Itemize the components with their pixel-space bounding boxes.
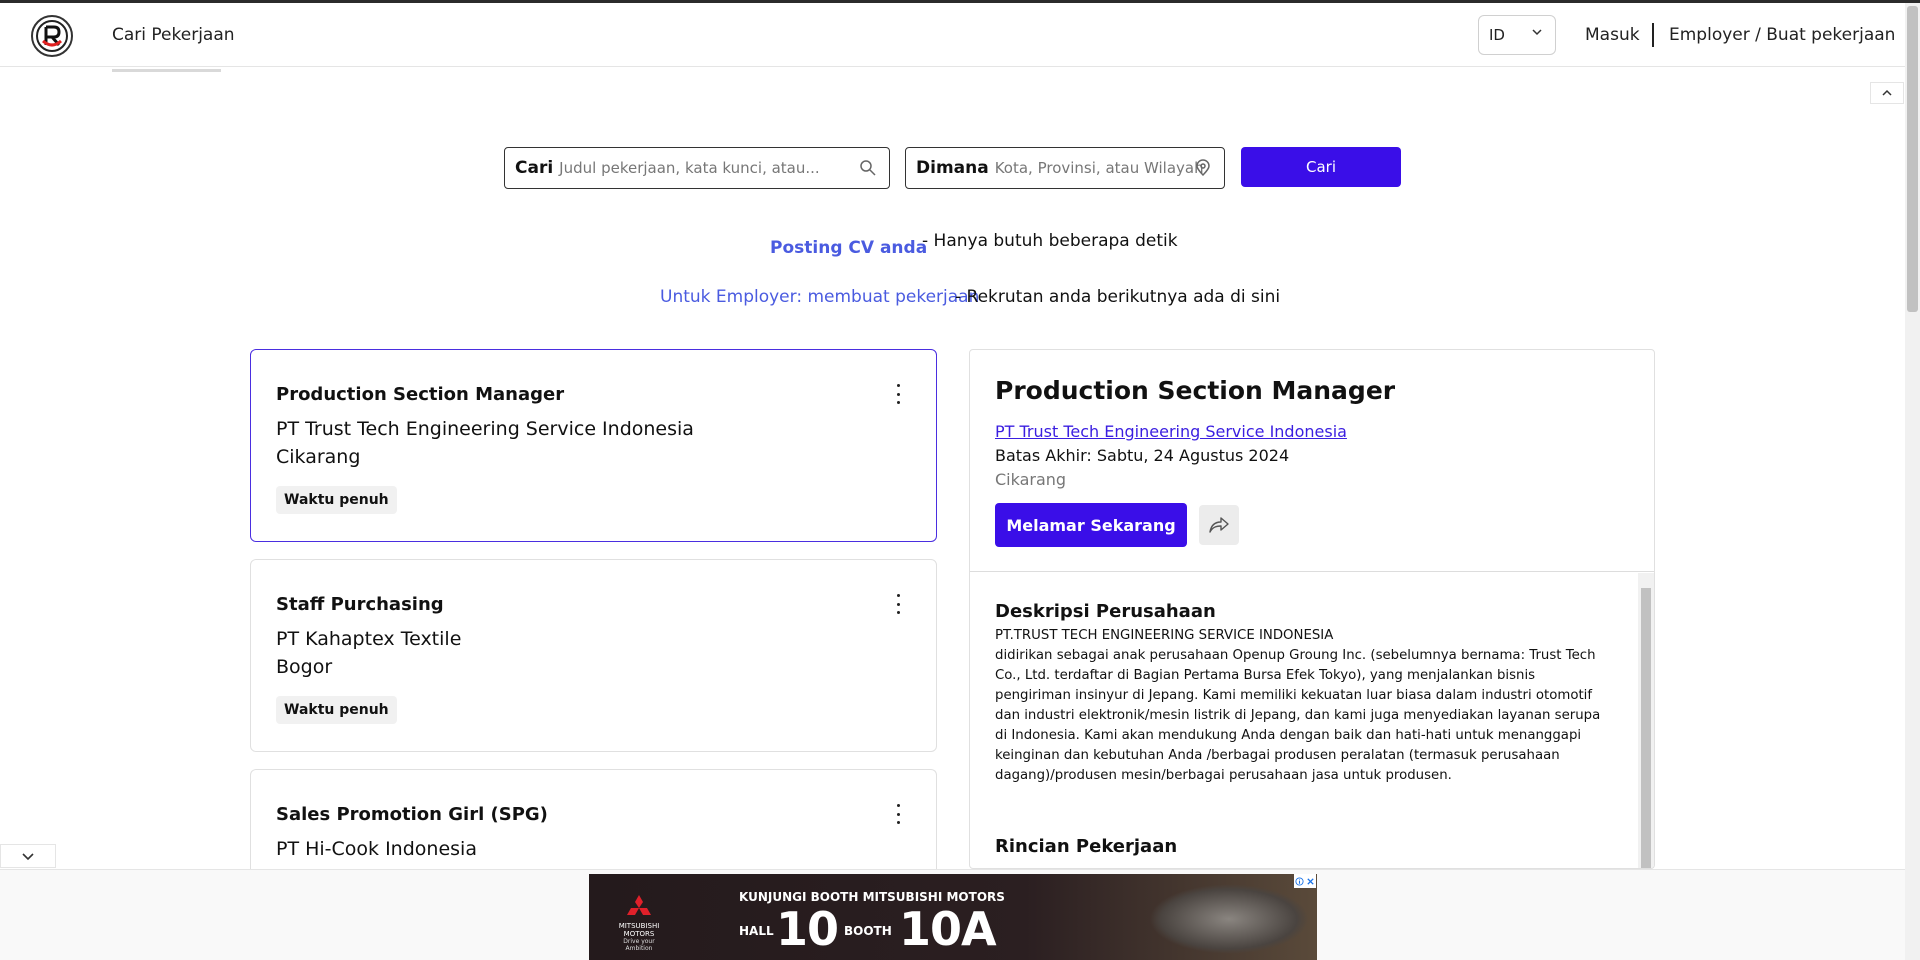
job-location: Bogor xyxy=(276,656,333,678)
job-details-heading: Rincian Pekerjaan xyxy=(995,836,1178,857)
nav-find-jobs[interactable]: Cari Pekerjaan xyxy=(112,25,235,45)
job-title[interactable]: Staff Purchasing xyxy=(276,594,444,615)
job-company: PT Hi-Cook Indonesia xyxy=(276,838,477,860)
ad-car-image xyxy=(1149,884,1309,954)
apply-now-button[interactable]: Melamar Sekarang xyxy=(995,503,1187,547)
job-type-badge: Waktu penuh xyxy=(276,486,397,514)
ad-brand-logo: MITSUBISHI MOTORS Drive your Ambition xyxy=(609,894,669,952)
employer-link[interactable]: Employer / Buat pekerjaan xyxy=(1669,25,1895,45)
post-cv-description: - Hanya butuh beberapa detik xyxy=(922,231,1178,251)
ad-hall-label: HALL xyxy=(739,924,774,938)
chevron-up-icon xyxy=(1882,89,1892,96)
logo-icon xyxy=(36,20,68,52)
share-icon xyxy=(1209,517,1229,533)
company-description-heading: Deskripsi Perusahaan xyxy=(995,601,1216,622)
company-description-text: PT.TRUST TECH ENGINEERING SERVICE INDONE… xyxy=(995,626,1615,786)
search-what-placeholder: Judul pekerjaan, kata kunci, atau... xyxy=(559,159,820,177)
ad-brand-name: MITSUBISHI MOTORS xyxy=(618,922,660,938)
more-options-icon[interactable] xyxy=(891,594,905,614)
post-cv-link[interactable]: Posting CV anda xyxy=(770,238,927,258)
mitsubishi-logo-icon xyxy=(627,895,651,915)
search-where-placeholder: Kota, Provinsi, atau Wilayah xyxy=(994,159,1204,177)
detail-divider xyxy=(970,571,1654,572)
job-type-badge: Waktu penuh xyxy=(276,696,397,724)
employer-description: - Rekrutan anda berikutnya ada di sini xyxy=(955,287,1281,307)
job-card[interactable]: Sales Promotion Girl (SPG) PT Hi-Cook In… xyxy=(250,769,937,879)
employer-create-job-link[interactable]: Untuk Employer: membuat pekerjaan xyxy=(660,287,979,307)
ad-info-icon xyxy=(1295,876,1304,886)
page-scrollbar-thumb[interactable] xyxy=(1907,6,1918,312)
nav-active-indicator xyxy=(112,69,221,72)
collapse-ad-button[interactable] xyxy=(0,844,56,868)
search-where-label: Dimana xyxy=(916,158,989,178)
advertisement-banner[interactable]: MITSUBISHI MOTORS Drive your Ambition KU… xyxy=(589,874,1317,960)
header-separator xyxy=(1652,23,1654,47)
chevron-down-icon xyxy=(22,852,34,860)
language-select[interactable]: ID xyxy=(1478,15,1556,55)
detail-scrollbar-thumb[interactable] xyxy=(1641,588,1651,868)
detail-deadline: Batas Akhir: Sabtu, 24 Agustus 2024 xyxy=(995,446,1290,465)
ad-tagline: Drive your Ambition xyxy=(623,938,655,952)
job-card[interactable]: Staff Purchasing PT Kahaptex Textile Bog… xyxy=(250,559,937,752)
job-card[interactable]: Production Section Manager PT Trust Tech… xyxy=(250,349,937,542)
detail-company-link[interactable]: PT Trust Tech Engineering Service Indone… xyxy=(995,422,1347,441)
job-title[interactable]: Production Section Manager xyxy=(276,384,564,405)
search-what-field[interactable]: Cari Judul pekerjaan, kata kunci, atau..… xyxy=(504,147,890,189)
ad-hall-number: 10 xyxy=(776,902,839,956)
site-logo[interactable] xyxy=(31,15,73,57)
ad-booth-number: 10A xyxy=(899,902,997,956)
detail-location: Cikarang xyxy=(995,470,1067,489)
job-title[interactable]: Sales Promotion Girl (SPG) xyxy=(276,804,548,825)
job-company: PT Kahaptex Textile xyxy=(276,628,462,650)
company-description-body: didirikan sebagai anak perusahaan Openup… xyxy=(995,648,1601,783)
login-link[interactable]: Masuk xyxy=(1585,25,1640,45)
collapse-header-button[interactable] xyxy=(1870,82,1904,104)
language-value: ID xyxy=(1489,26,1505,44)
location-pin-icon xyxy=(1196,159,1210,177)
share-button[interactable] xyxy=(1199,505,1239,545)
more-options-icon[interactable] xyxy=(891,804,905,824)
chevron-down-icon xyxy=(1532,29,1542,36)
ad-close-button[interactable] xyxy=(1294,874,1316,888)
close-icon xyxy=(1307,877,1314,885)
job-company: PT Trust Tech Engineering Service Indone… xyxy=(276,418,694,440)
job-location: Cikarang xyxy=(276,446,361,468)
site-header: Cari Pekerjaan ID Masuk Employer / Buat … xyxy=(0,3,1905,72)
company-description-name: PT.TRUST TECH ENGINEERING SERVICE INDONE… xyxy=(995,628,1334,643)
search-what-label: Cari xyxy=(515,158,554,178)
job-detail-panel: Production Section Manager PT Trust Tech… xyxy=(969,349,1655,869)
search-button[interactable]: Cari xyxy=(1241,147,1401,187)
search-icon xyxy=(860,160,876,176)
search-where-field[interactable]: Dimana Kota, Provinsi, atau Wilayah xyxy=(905,147,1225,189)
detail-job-title: Production Section Manager xyxy=(995,376,1396,405)
ad-booth-label: BOOTH xyxy=(844,924,892,938)
more-options-icon[interactable] xyxy=(891,384,905,404)
